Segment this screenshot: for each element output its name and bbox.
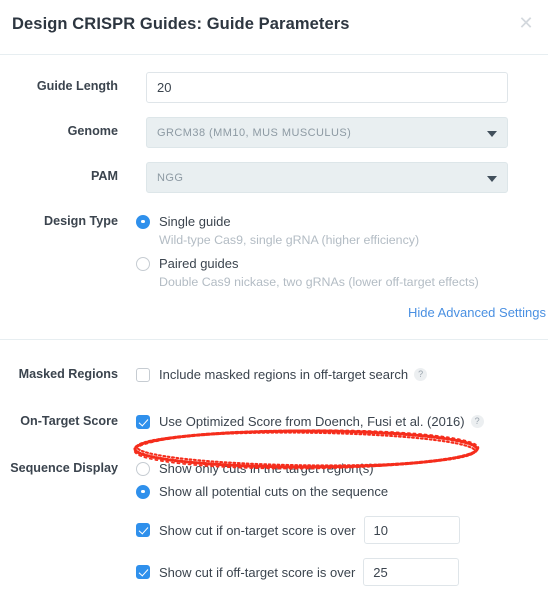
- sequence-display-option-label: Show only cuts in the target region(s): [159, 461, 374, 476]
- design-type-option-sublabel: Wild-type Cas9, single gRNA (higher effi…: [159, 233, 420, 247]
- advanced-settings-link-wrap: Hide Advanced Settings: [0, 304, 548, 322]
- on-target-threshold-input[interactable]: [363, 516, 460, 544]
- help-icon[interactable]: ?: [414, 368, 428, 381]
- on-target-threshold-row: Show cut if on-target score is over: [136, 515, 508, 545]
- checkbox-off-target-threshold[interactable]: [136, 565, 150, 579]
- sequence-display-label: Sequence Display: [10, 461, 118, 475]
- on-target-score-checkbox-row[interactable]: Use Optimized Score from Doench, Fusi et…: [136, 411, 508, 432]
- masked-regions-field: Include masked regions in off-target sea…: [118, 364, 548, 385]
- design-type-option-label: Single guide: [159, 214, 231, 229]
- off-target-threshold-row: Show cut if off-target score is over: [136, 557, 508, 587]
- masked-regions-label: Masked Regions: [18, 367, 118, 381]
- design-type-option-label: Paired guides: [159, 256, 239, 271]
- basic-settings-section: Guide Length Genome GRCM38 (MM10, MUS MU…: [0, 55, 548, 322]
- masked-regions-checkbox-label: Include masked regions in off-target sea…: [159, 367, 409, 382]
- on-target-score-checkbox-label: Use Optimized Score from Doench, Fusi et…: [159, 414, 465, 429]
- help-icon[interactable]: ?: [470, 415, 484, 428]
- pam-label: PAM: [90, 169, 118, 183]
- genome-select-value: GRCM38 (MM10, MUS MUSCULUS): [157, 127, 352, 139]
- pam-select[interactable]: NGG: [146, 162, 508, 193]
- sequence-display-option-label: Show all potential cuts on the sequence: [159, 484, 389, 499]
- design-type-option-paired[interactable]: Paired guides: [136, 253, 508, 274]
- design-type-option-sublabel: Double Cas9 nickase, two gRNAs (lower of…: [159, 275, 479, 289]
- on-target-score-label: On-Target Score: [20, 414, 118, 428]
- on-target-threshold-label: Show cut if on-target score is over: [159, 522, 356, 538]
- guide-length-row: Guide Length: [0, 72, 548, 103]
- genome-label: Genome: [67, 124, 118, 138]
- genome-select[interactable]: GRCM38 (MM10, MUS MUSCULUS): [146, 117, 508, 148]
- on-target-score-field: Use Optimized Score from Doench, Fusi et…: [118, 411, 548, 432]
- genome-field: GRCM38 (MM10, MUS MUSCULUS): [118, 117, 548, 148]
- hide-advanced-settings-link[interactable]: Hide Advanced Settings: [408, 305, 546, 320]
- advanced-settings-section: Masked Regions Include masked regions in…: [0, 340, 548, 587]
- sequence-display-row: Sequence Display Show only cuts in the t…: [0, 458, 548, 587]
- chevron-down-icon: [487, 176, 497, 182]
- guide-parameters-dialog: Design CRISPR Guides: Guide Parameters ✕…: [0, 0, 548, 607]
- genome-row: Genome GRCM38 (MM10, MUS MUSCULUS): [0, 117, 548, 148]
- checkbox-on-target-threshold[interactable]: [136, 523, 150, 537]
- off-target-threshold-input[interactable]: [363, 558, 460, 586]
- on-target-score-row: On-Target Score Use Optimized Score from…: [0, 411, 548, 432]
- off-target-threshold-label: Show cut if off-target score is over: [159, 564, 356, 580]
- radio-show-all-cuts[interactable]: [136, 484, 150, 499]
- sequence-display-option-target-region[interactable]: Show only cuts in the target region(s): [136, 458, 508, 479]
- masked-regions-row: Masked Regions Include masked regions in…: [0, 364, 548, 385]
- radio-paired-guides[interactable]: [136, 256, 150, 271]
- design-type-field: Single guide Wild-type Cas9, single gRNA…: [118, 211, 548, 295]
- sequence-display-option-all-cuts[interactable]: Show all potential cuts on the sequence: [136, 481, 508, 502]
- design-type-label: Design Type: [44, 214, 118, 228]
- sequence-display-field: Show only cuts in the target region(s) S…: [118, 458, 548, 587]
- pam-select-value: NGG: [157, 172, 184, 184]
- masked-regions-option[interactable]: Include masked regions in off-target sea…: [136, 364, 508, 385]
- radio-single-guide[interactable]: [136, 214, 150, 229]
- checkbox-use-optimized-score[interactable]: [136, 414, 150, 429]
- radio-show-only-target-cuts[interactable]: [136, 461, 150, 476]
- guide-length-field: [118, 72, 548, 103]
- pam-field: NGG: [118, 162, 548, 193]
- guide-length-label: Guide Length: [36, 79, 118, 93]
- close-icon[interactable]: ✕: [516, 14, 536, 34]
- page-title: Design CRISPR Guides: Guide Parameters: [12, 15, 350, 33]
- checkbox-include-masked-regions[interactable]: [136, 367, 150, 382]
- guide-length-input[interactable]: [146, 72, 508, 103]
- pam-row: PAM NGG: [0, 162, 548, 193]
- dialog-header: Design CRISPR Guides: Guide Parameters ✕: [0, 0, 548, 55]
- design-type-row: Design Type Single guide Wild-type Cas9,…: [0, 211, 548, 295]
- design-type-option-single[interactable]: Single guide: [136, 211, 508, 232]
- chevron-down-icon: [487, 131, 497, 137]
